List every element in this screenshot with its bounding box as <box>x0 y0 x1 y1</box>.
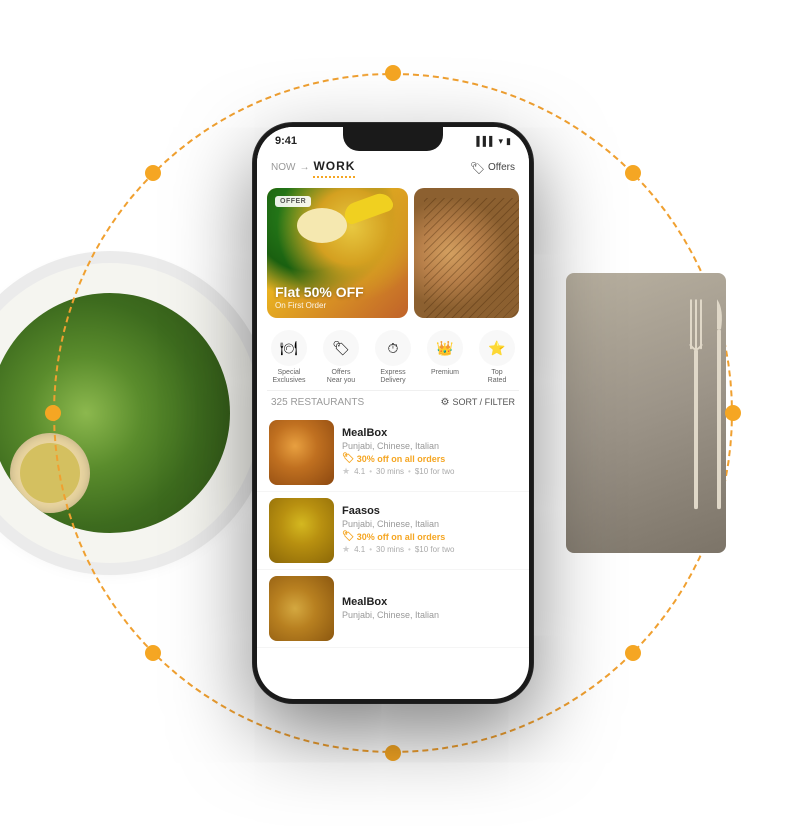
dot-sep-2: • <box>408 467 411 476</box>
crepe-drizzle-decoration <box>424 198 519 318</box>
restaurant-info-2: Faasos Punjabi, Chinese, Italian 🏷 30% o… <box>342 498 517 563</box>
location-now-label: NOW <box>271 162 295 173</box>
category-premium[interactable]: 👑 Premium <box>427 330 463 386</box>
restaurant-name-2: Faasos <box>342 505 517 517</box>
location-name: WORK <box>313 159 355 173</box>
offers-button[interactable]: 🏷 Offers <box>470 161 515 175</box>
offer-badge: OFFER <box>275 196 311 207</box>
categories-row: 🍽 SpecialExclusives 🏷 OffersNear you ⏱ E… <box>257 322 529 390</box>
banner-area: OFFER Flat 50% OFF On First Order <box>267 188 519 318</box>
location-underline <box>313 176 355 178</box>
offer-tag-icon-2: 🏷 <box>342 531 355 542</box>
main-banner[interactable]: OFFER Flat 50% OFF On First Order <box>267 188 408 318</box>
circle-dot-2 <box>725 405 741 421</box>
sort-filter-button[interactable]: ⚙ SORT / FILTER <box>441 397 515 408</box>
filter-icon: ⚙ <box>441 397 450 408</box>
battery-icon: ▮ <box>506 136 511 147</box>
category-top-rated[interactable]: ⭐ TopRated <box>479 330 515 386</box>
location-arrow-icon: → <box>299 162 309 173</box>
offers-tag-icon: 🏷 <box>470 161 485 175</box>
restaurant-cuisine-2: Punjabi, Chinese, Italian <box>342 519 517 529</box>
restaurant-cuisine-1: Punjabi, Chinese, Italian <box>342 441 517 451</box>
rating-2: 4.1 <box>354 545 365 554</box>
location-bar: NOW → WORK 🏷 Offers <box>257 151 529 184</box>
phone-mockup: 9:41 ▌▌▌ ▾ ▮ NOW → WORK <box>253 123 533 703</box>
dot-sep-3: • <box>369 545 372 554</box>
offer-text-2: 30% off on all orders <box>357 532 446 542</box>
price-1: $10 for two <box>415 467 455 476</box>
banner-title: Flat 50% OFF <box>275 285 400 300</box>
express-label: ExpressDelivery <box>380 369 405 386</box>
restaurant-info-1: MealBox Punjabi, Chinese, Italian 🏷 30% … <box>342 420 517 485</box>
restaurant-offer-2: 🏷 30% off on all orders <box>342 531 517 542</box>
offers-near-label: OffersNear you <box>327 369 355 386</box>
special-icon: 🍽 <box>271 330 307 366</box>
circle-dot-5 <box>145 165 161 181</box>
restaurant-image-3 <box>269 576 334 641</box>
category-offers[interactable]: 🏷 OffersNear you <box>323 330 359 386</box>
circle-dot-4 <box>385 745 401 761</box>
rating-1: 4.1 <box>354 467 365 476</box>
circle-dot-8 <box>625 645 641 661</box>
premium-label: Premium <box>431 369 459 377</box>
special-label: SpecialExclusives <box>272 369 305 386</box>
location-name-wrapper[interactable]: WORK <box>313 157 355 178</box>
app-content: NOW → WORK 🏷 Offers <box>257 151 529 693</box>
circle-dot-1 <box>45 405 61 421</box>
secondary-banner[interactable] <box>414 188 519 318</box>
status-icons: ▌▌▌ ▾ ▮ <box>476 136 511 147</box>
phone-notch <box>343 127 443 151</box>
phone-screen: 9:41 ▌▌▌ ▾ ▮ NOW → WORK <box>257 127 529 699</box>
dot-sep-1: • <box>369 467 372 476</box>
restaurant-offer-1: 🏷 30% off on all orders <box>342 453 517 464</box>
knife-icon <box>712 289 726 514</box>
restaurant-image-1 <box>269 420 334 485</box>
express-icon: ⏱ <box>375 330 411 366</box>
offer-tag-icon-1: 🏷 <box>342 453 355 464</box>
restaurant-meta-2: ★ 4.1 • 30 mins • $10 for two <box>342 544 517 555</box>
top-rated-icon: ⭐ <box>479 330 515 366</box>
offers-label: Offers <box>488 162 515 173</box>
star-icon-1: ★ <box>342 466 350 477</box>
phone-frame: 9:41 ▌▌▌ ▾ ▮ NOW → WORK <box>253 123 533 703</box>
dot-sep-4: • <box>408 545 411 554</box>
restaurant-meta-1: ★ 4.1 • 30 mins • $10 for two <box>342 466 517 477</box>
bowl-decoration <box>297 208 347 243</box>
restaurant-item-2[interactable]: Faasos Punjabi, Chinese, Italian 🏷 30% o… <box>257 492 529 570</box>
banner-subtitle: On First Order <box>275 301 400 310</box>
offers-near-icon: 🏷 <box>323 330 359 366</box>
top-rated-label: TopRated <box>488 369 507 386</box>
time-1: 30 mins <box>376 467 404 476</box>
price-2: $10 for two <box>415 545 455 554</box>
premium-icon: 👑 <box>427 330 463 366</box>
restaurant-cuisine-3: Punjabi, Chinese, Italian <box>342 610 517 620</box>
circle-dot-6 <box>625 165 641 181</box>
restaurant-info-3: MealBox Punjabi, Chinese, Italian <box>342 576 517 641</box>
sort-label: SORT / FILTER <box>452 397 515 407</box>
fork-icon <box>686 289 706 514</box>
time-2: 30 mins <box>376 545 404 554</box>
category-express[interactable]: ⏱ ExpressDelivery <box>375 330 411 386</box>
signal-icon: ▌▌▌ <box>476 136 495 146</box>
wifi-icon: ▾ <box>499 136 504 147</box>
restaurant-count: 325 RESTAURANTS <box>271 397 364 408</box>
category-special[interactable]: 🍽 SpecialExclusives <box>271 330 307 386</box>
location-info: NOW → WORK <box>271 157 355 178</box>
status-time: 9:41 <box>275 135 297 147</box>
circle-dot-3 <box>385 65 401 81</box>
circle-dot-7 <box>145 645 161 661</box>
offer-text-1: 30% off on all orders <box>357 454 446 464</box>
star-icon-2: ★ <box>342 544 350 555</box>
restaurant-name-3: MealBox <box>342 596 517 608</box>
restaurant-item-1[interactable]: MealBox Punjabi, Chinese, Italian 🏷 30% … <box>257 414 529 492</box>
restaurant-item-3[interactable]: MealBox Punjabi, Chinese, Italian <box>257 570 529 648</box>
restaurant-name-1: MealBox <box>342 427 517 439</box>
list-header: 325 RESTAURANTS ⚙ SORT / FILTER <box>257 391 529 414</box>
restaurant-image-2 <box>269 498 334 563</box>
